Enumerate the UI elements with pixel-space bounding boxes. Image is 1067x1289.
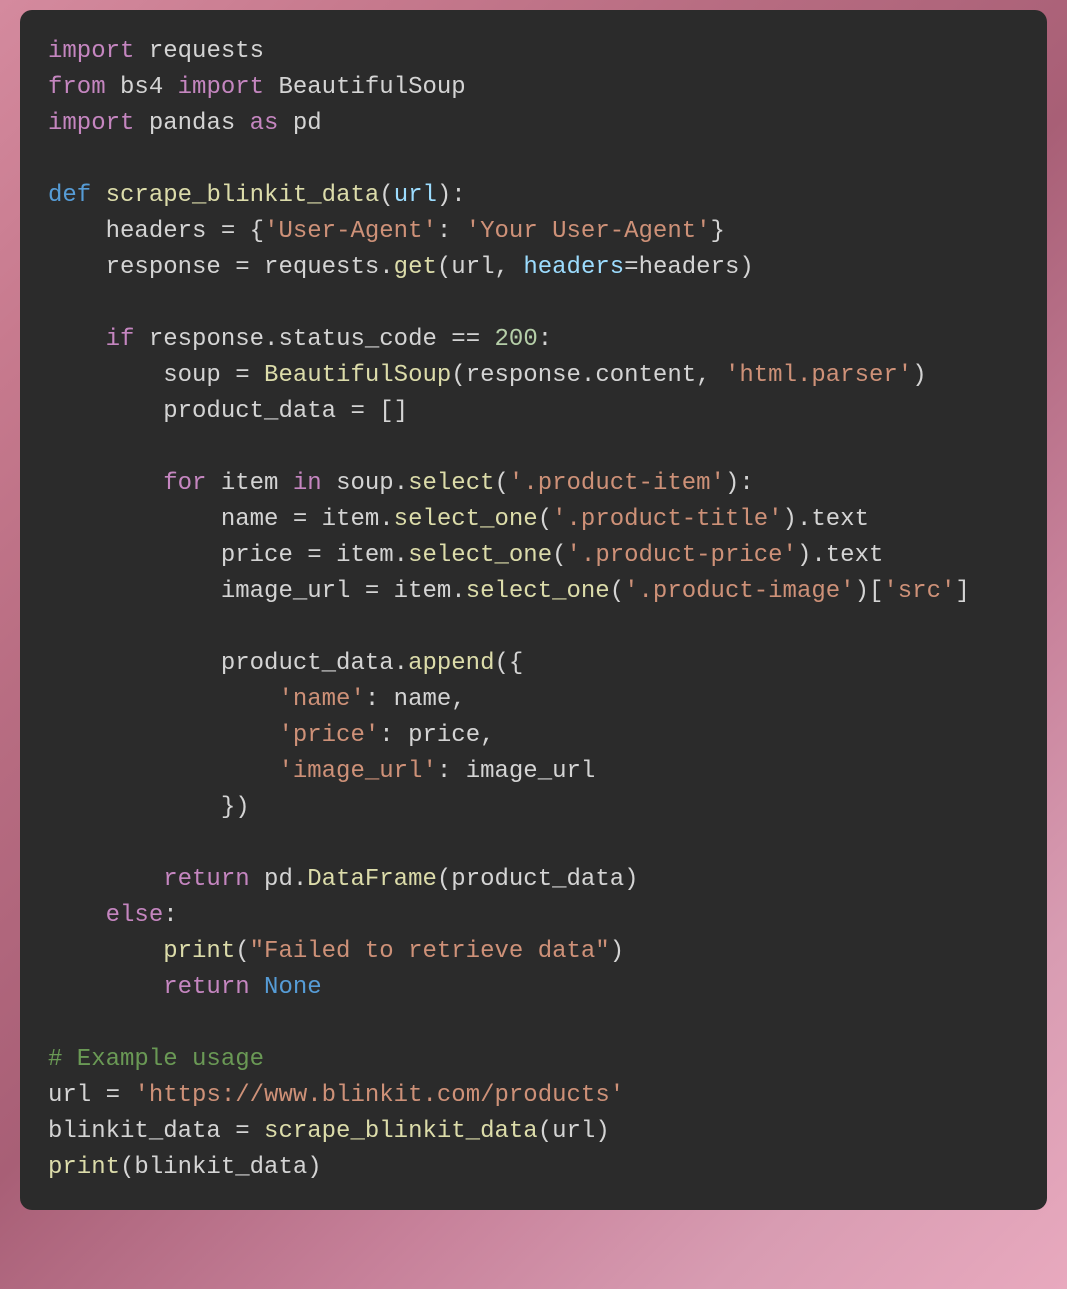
string-literal: '.product-image' [624, 578, 854, 605]
parameter: url [394, 182, 437, 209]
argument: product_data [451, 866, 624, 893]
class-call: BeautifulSoup [264, 362, 451, 389]
operator: = [350, 398, 364, 425]
operator: = [235, 254, 249, 281]
attribute: text [826, 542, 884, 569]
string-literal: '.product-title' [552, 506, 782, 533]
attribute: status_code [278, 326, 436, 353]
operator: = [235, 362, 249, 389]
argument: blinkit_data [134, 1154, 307, 1181]
keyword-return: return [163, 866, 249, 893]
keyword-from: from [48, 74, 106, 101]
function-call: print [48, 1154, 120, 1181]
class-name: BeautifulSoup [278, 74, 465, 101]
method-call: select_one [466, 578, 610, 605]
argument: url [552, 1118, 595, 1145]
keyword-argument: headers [523, 254, 624, 281]
empty-list: [] [379, 398, 408, 425]
dict-value: name [394, 686, 452, 713]
variable: soup [163, 362, 221, 389]
dict-value: price [408, 722, 480, 749]
method-call: DataFrame [307, 866, 437, 893]
variable: name [221, 506, 279, 533]
dict-key: 'image_url' [278, 758, 436, 785]
keyword-for: for [163, 470, 206, 497]
object: response [466, 362, 581, 389]
string-literal: '.product-price' [567, 542, 797, 569]
method-call: select_one [394, 506, 538, 533]
operator: = [106, 1082, 120, 1109]
string-literal: '.product-item' [509, 470, 725, 497]
string-literal: 'html.parser' [725, 362, 912, 389]
module-name: requests [149, 38, 264, 65]
attribute: text [811, 506, 869, 533]
string-literal: 'https://www.blinkit.com/products' [134, 1082, 624, 1109]
variable: price [221, 542, 293, 569]
argument: headers [639, 254, 740, 281]
function-name: scrape_blinkit_data [106, 182, 380, 209]
object: response [149, 326, 264, 353]
string-literal: 'src' [883, 578, 955, 605]
code-snippet: import requests from bs4 import Beautifu… [20, 10, 1047, 1210]
attribute: content [595, 362, 696, 389]
constant-none: None [264, 974, 322, 1001]
object: product_data [221, 650, 394, 677]
function-call: print [163, 938, 235, 965]
loop-variable: item [221, 470, 279, 497]
number-literal: 200 [495, 326, 538, 353]
module-name: bs4 [120, 74, 163, 101]
keyword-in: in [293, 470, 322, 497]
variable: response [106, 254, 221, 281]
method-call: select [408, 470, 494, 497]
comment: # Example usage [48, 1046, 264, 1073]
keyword-import: import [48, 38, 134, 65]
keyword-import: import [178, 74, 264, 101]
method-call: select_one [408, 542, 552, 569]
keyword-import: import [48, 110, 134, 137]
method-call: append [408, 650, 494, 677]
dict-key: 'price' [278, 722, 379, 749]
object: requests [264, 254, 379, 281]
keyword-else: else [106, 902, 164, 929]
function-call: scrape_blinkit_data [264, 1118, 538, 1145]
variable: image_url [221, 578, 351, 605]
operator: = [365, 578, 379, 605]
alias-name: pd [293, 110, 322, 137]
variable: product_data [163, 398, 336, 425]
keyword-if: if [106, 326, 135, 353]
object: item [322, 506, 380, 533]
operator: = [221, 218, 235, 245]
string-literal: 'User-Agent' [264, 218, 437, 245]
object: item [394, 578, 452, 605]
variable: blinkit_data [48, 1118, 221, 1145]
operator: = [307, 542, 321, 569]
object: pd [264, 866, 293, 893]
object: item [336, 542, 394, 569]
dict-value: image_url [466, 758, 596, 785]
keyword-return: return [163, 974, 249, 1001]
object: soup [336, 470, 394, 497]
keyword-as: as [250, 110, 279, 137]
variable: url [48, 1082, 91, 1109]
string-literal: 'Your User-Agent' [466, 218, 711, 245]
module-name: pandas [149, 110, 235, 137]
operator: == [451, 326, 480, 353]
variable: headers [106, 218, 207, 245]
operator: = [293, 506, 307, 533]
dict-key: 'name' [278, 686, 364, 713]
method-call: get [394, 254, 437, 281]
operator: = [235, 1118, 249, 1145]
keyword-def: def [48, 182, 91, 209]
argument: url [451, 254, 494, 281]
string-literal: "Failed to retrieve data" [250, 938, 610, 965]
